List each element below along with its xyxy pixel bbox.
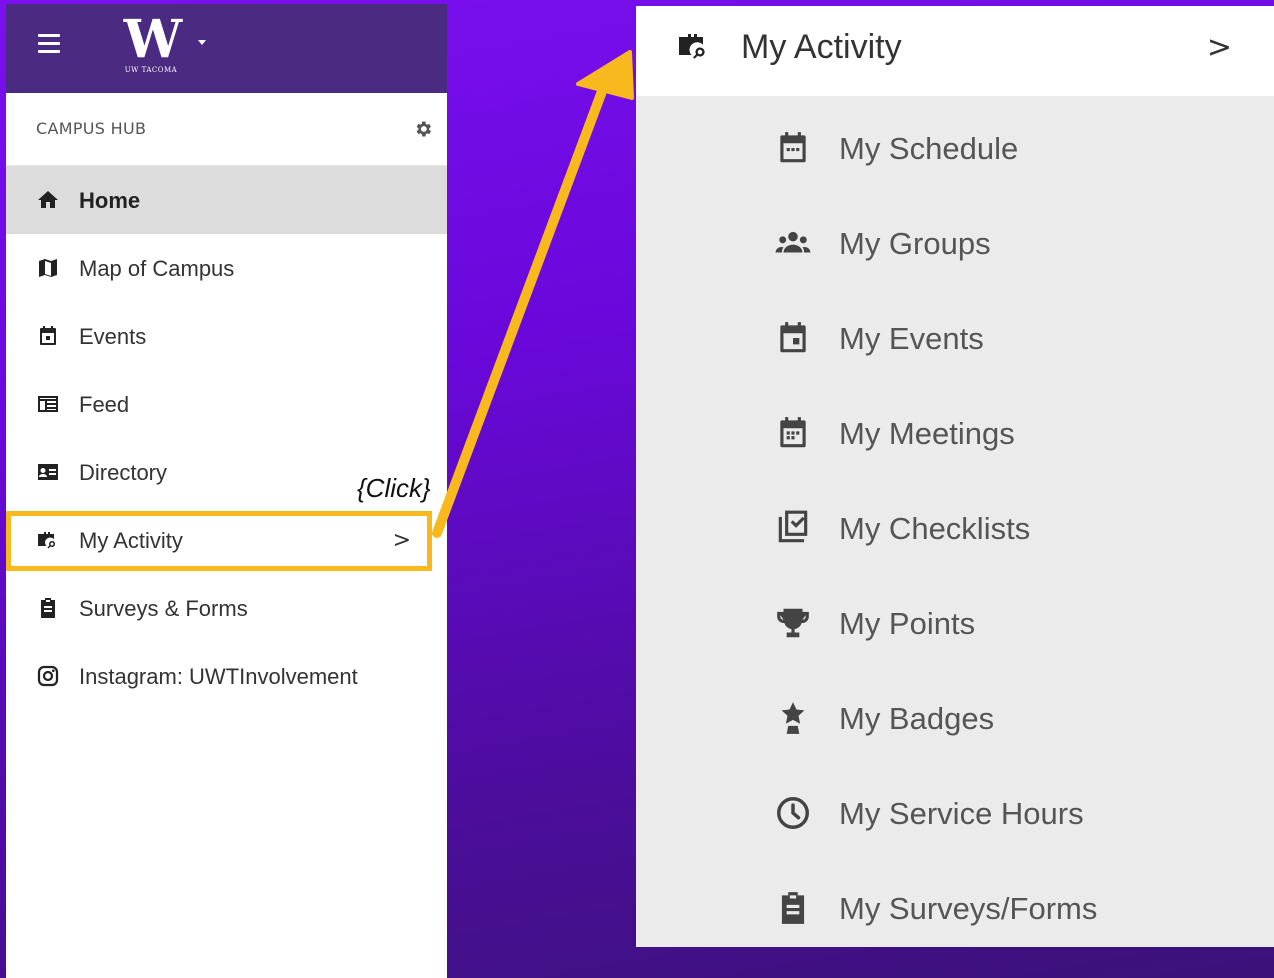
sidebar-item-surveys-forms[interactable]: Surveys & Forms xyxy=(6,574,447,642)
submenu-item-my-events[interactable]: My Events xyxy=(636,307,1274,367)
submenu-item-my-service-hours[interactable]: My Service Hours xyxy=(636,782,1274,842)
logo-letter: W xyxy=(123,9,182,70)
checklist-icon xyxy=(778,510,808,543)
submenu-item-label: My Service Hours xyxy=(839,796,1084,831)
sidebar-item-label: Home xyxy=(79,188,141,213)
calendar-dots-icon xyxy=(780,132,806,163)
submenu-item-my-badges[interactable]: My Badges xyxy=(636,687,1274,747)
submenu-item-label: My Points xyxy=(839,606,976,641)
sidebar-item-label: Directory xyxy=(79,460,168,485)
sidebar-item-label: Events xyxy=(79,324,147,349)
calendar-grid-icon xyxy=(780,417,806,448)
sidebar-item-instagram[interactable]: Instagram: UWTInvolvement xyxy=(6,642,447,710)
gear-icon[interactable] xyxy=(413,119,433,139)
instagram-icon xyxy=(37,665,59,687)
submenu-item-my-surveys-forms[interactable]: My Surveys/Forms xyxy=(636,877,1274,937)
section-title: CAMPUS HUB xyxy=(36,119,147,138)
clock-icon xyxy=(777,797,809,829)
calendar-icon xyxy=(40,326,56,345)
submenu-item-label: My Checklists xyxy=(839,511,1031,546)
submenu-item-my-meetings[interactable]: My Meetings xyxy=(636,402,1274,462)
submenu-item-label: My Groups xyxy=(839,226,991,261)
top-bar: W UW TACOMA xyxy=(6,4,447,93)
map-icon xyxy=(39,259,57,277)
sidebar-item-feed[interactable]: Feed xyxy=(6,370,447,438)
submenu-item-label: My Badges xyxy=(839,701,995,736)
badge-star-icon xyxy=(781,702,805,734)
submenu-item-label: My Schedule xyxy=(839,131,1019,166)
submenu-title: My Activity xyxy=(741,28,902,66)
logo-subtitle: UW TACOMA xyxy=(124,66,178,74)
sidebar-item-events[interactable]: Events xyxy=(6,302,447,370)
sidebar-item-label: Feed xyxy=(79,392,130,417)
submenu-item-my-checklists[interactable]: My Checklists xyxy=(636,497,1274,557)
submenu-item-my-schedule[interactable]: My Schedule xyxy=(636,117,1274,177)
submenu-header[interactable]: My Activity > xyxy=(636,6,1274,96)
hamburger-menu-icon[interactable] xyxy=(38,34,60,58)
submenu-item-label: My Meetings xyxy=(839,416,1015,451)
clipboard-icon xyxy=(41,598,55,618)
briefcase-search-icon xyxy=(679,34,705,59)
id-card-icon xyxy=(38,464,58,480)
click-highlight-box xyxy=(6,511,432,571)
submenu-item-label: My Surveys/Forms xyxy=(839,891,1098,926)
feed-icon xyxy=(38,396,58,412)
trophy-icon xyxy=(777,608,809,638)
my-activity-submenu: My Activity > My Schedule My Groups My E… xyxy=(636,6,1274,947)
sidebar-item-label: Instagram: UWTInvolvement xyxy=(79,664,358,689)
calendar-icon xyxy=(780,322,806,353)
sidebar-item-label: Map of Campus xyxy=(79,256,235,281)
sidebar-item-label: Surveys & Forms xyxy=(79,596,248,621)
sidebar-item-home[interactable]: Home xyxy=(6,166,447,234)
submenu-item-my-points[interactable]: My Points xyxy=(636,592,1274,652)
caret-down-icon[interactable] xyxy=(198,40,206,45)
submenu-item-my-groups[interactable]: My Groups xyxy=(636,212,1274,272)
clipboard-icon xyxy=(781,892,805,924)
campus-hub-header: CAMPUS HUB xyxy=(6,93,447,166)
submenu-item-label: My Events xyxy=(839,321,984,356)
click-annotation: {Click} xyxy=(357,473,431,503)
uw-tacoma-logo[interactable]: W UW TACOMA xyxy=(116,9,186,75)
home-icon xyxy=(38,191,58,208)
chevron-right-icon: > xyxy=(1206,30,1232,65)
sidebar-item-map-of-campus[interactable]: Map of Campus xyxy=(6,234,447,302)
group-icon xyxy=(775,231,811,253)
